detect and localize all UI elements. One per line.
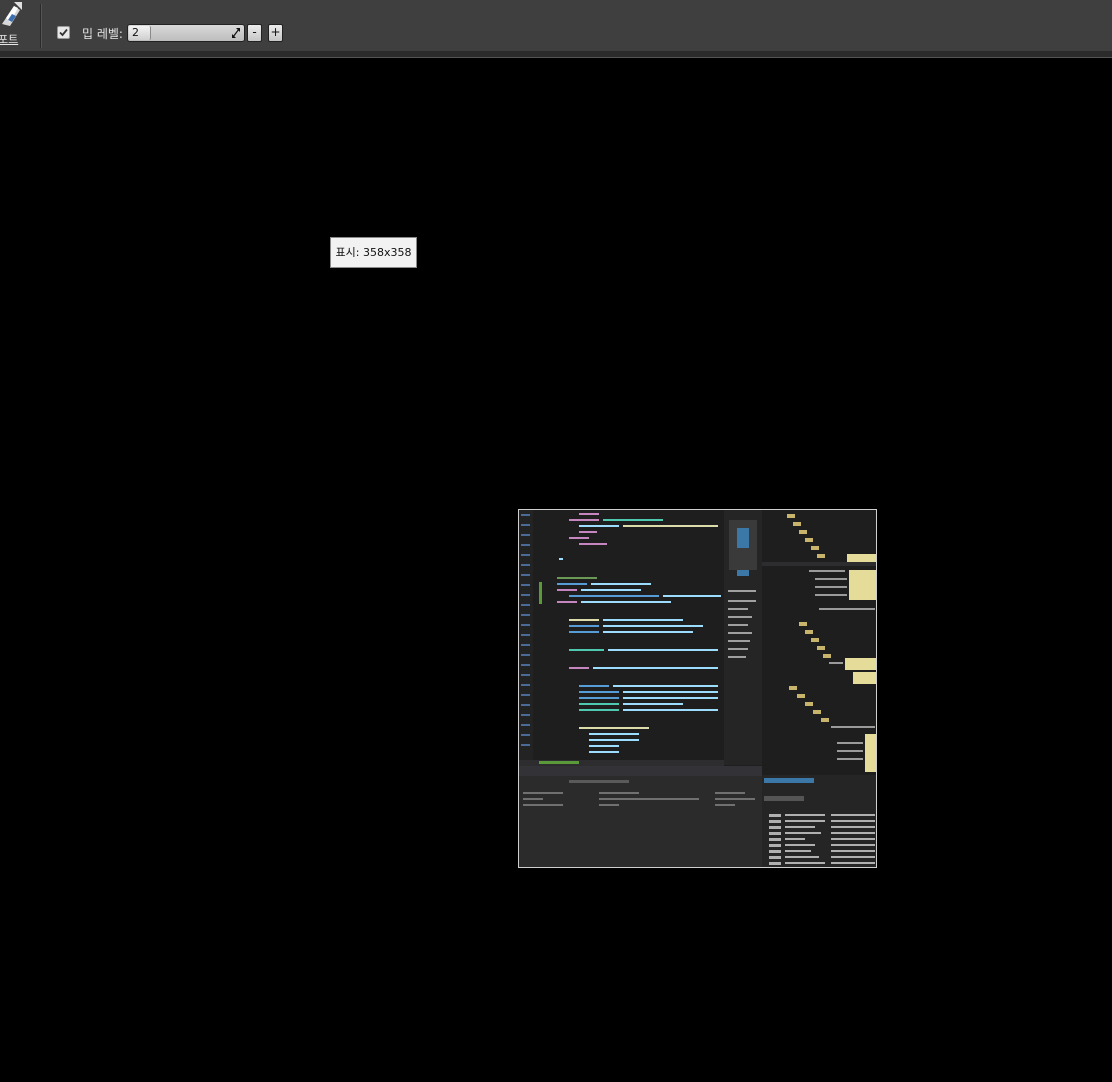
display-size-tooltip: 표시: 358x358 — [330, 237, 417, 268]
toolbar-divider — [40, 4, 41, 48]
mip-level-checkbox[interactable] — [57, 26, 70, 39]
mip-increment-button[interactable]: + — [268, 24, 283, 42]
mip-level-spinbox[interactable]: 2 — [127, 24, 245, 42]
mip-level-value: 2 — [132, 26, 139, 39]
texture-preview-image — [518, 509, 877, 868]
resize-arrows-icon — [232, 28, 240, 38]
export-icon — [2, 2, 22, 26]
checkmark-icon — [59, 28, 68, 37]
toolbar: 포트 밉 레벨: 2 - + — [0, 0, 1112, 52]
mip-level-label: 밉 레벨: — [82, 27, 123, 41]
mip-decrement-button[interactable]: - — [247, 24, 262, 42]
texture-preview-graphic — [519, 510, 876, 867]
toolbar-bottom-border — [0, 52, 1112, 58]
export-label: 포트 — [0, 33, 19, 46]
export-button[interactable]: 포트 — [0, 0, 40, 50]
